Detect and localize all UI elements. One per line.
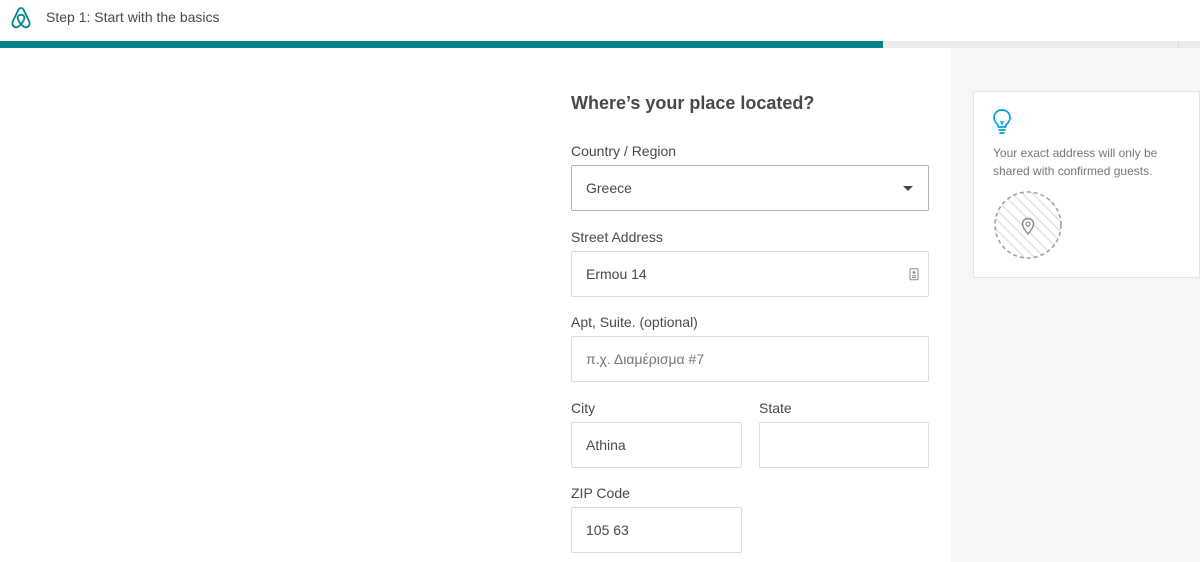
country-select-value: Greece bbox=[586, 180, 632, 196]
top-bar: Step 1: Start with the basics bbox=[0, 0, 1200, 40]
street-address-input[interactable] bbox=[572, 252, 928, 296]
tip-card: Your exact address will only be shared w… bbox=[973, 91, 1200, 278]
country-label: Country / Region bbox=[571, 143, 677, 159]
city-field-wrapper bbox=[571, 422, 742, 468]
city-input[interactable] bbox=[572, 423, 741, 467]
city-label: City bbox=[571, 400, 596, 416]
state-field-wrapper bbox=[759, 422, 929, 468]
zip-code-label: ZIP Code bbox=[571, 485, 630, 501]
street-address-label: Street Address bbox=[571, 229, 663, 245]
apt-suite-input[interactable] bbox=[572, 337, 928, 381]
airbnb-logo-icon[interactable] bbox=[10, 6, 32, 30]
country-select[interactable]: Greece bbox=[571, 165, 929, 211]
map-pin-icon bbox=[994, 191, 1062, 259]
lightbulb-icon bbox=[993, 109, 1011, 134]
progress-bar bbox=[0, 41, 1200, 48]
chevron-down-icon bbox=[903, 186, 913, 191]
state-label: State bbox=[759, 400, 792, 416]
progress-bar-fill bbox=[0, 41, 884, 48]
step-title: Step 1: Start with the basics bbox=[46, 9, 220, 25]
page-title: Where’s your place located? bbox=[571, 93, 815, 113]
tip-text: Your exact address will only be shared w… bbox=[993, 146, 1158, 178]
zip-code-input[interactable] bbox=[572, 508, 741, 552]
zip-code-field-wrapper bbox=[571, 507, 742, 553]
progress-divider bbox=[1178, 41, 1179, 48]
state-input[interactable] bbox=[760, 423, 928, 467]
apt-suite-field-wrapper bbox=[571, 336, 929, 382]
street-address-field-wrapper bbox=[571, 251, 929, 297]
apt-suite-label: Apt, Suite. (optional) bbox=[571, 314, 698, 330]
contact-card-icon[interactable] bbox=[909, 268, 919, 281]
